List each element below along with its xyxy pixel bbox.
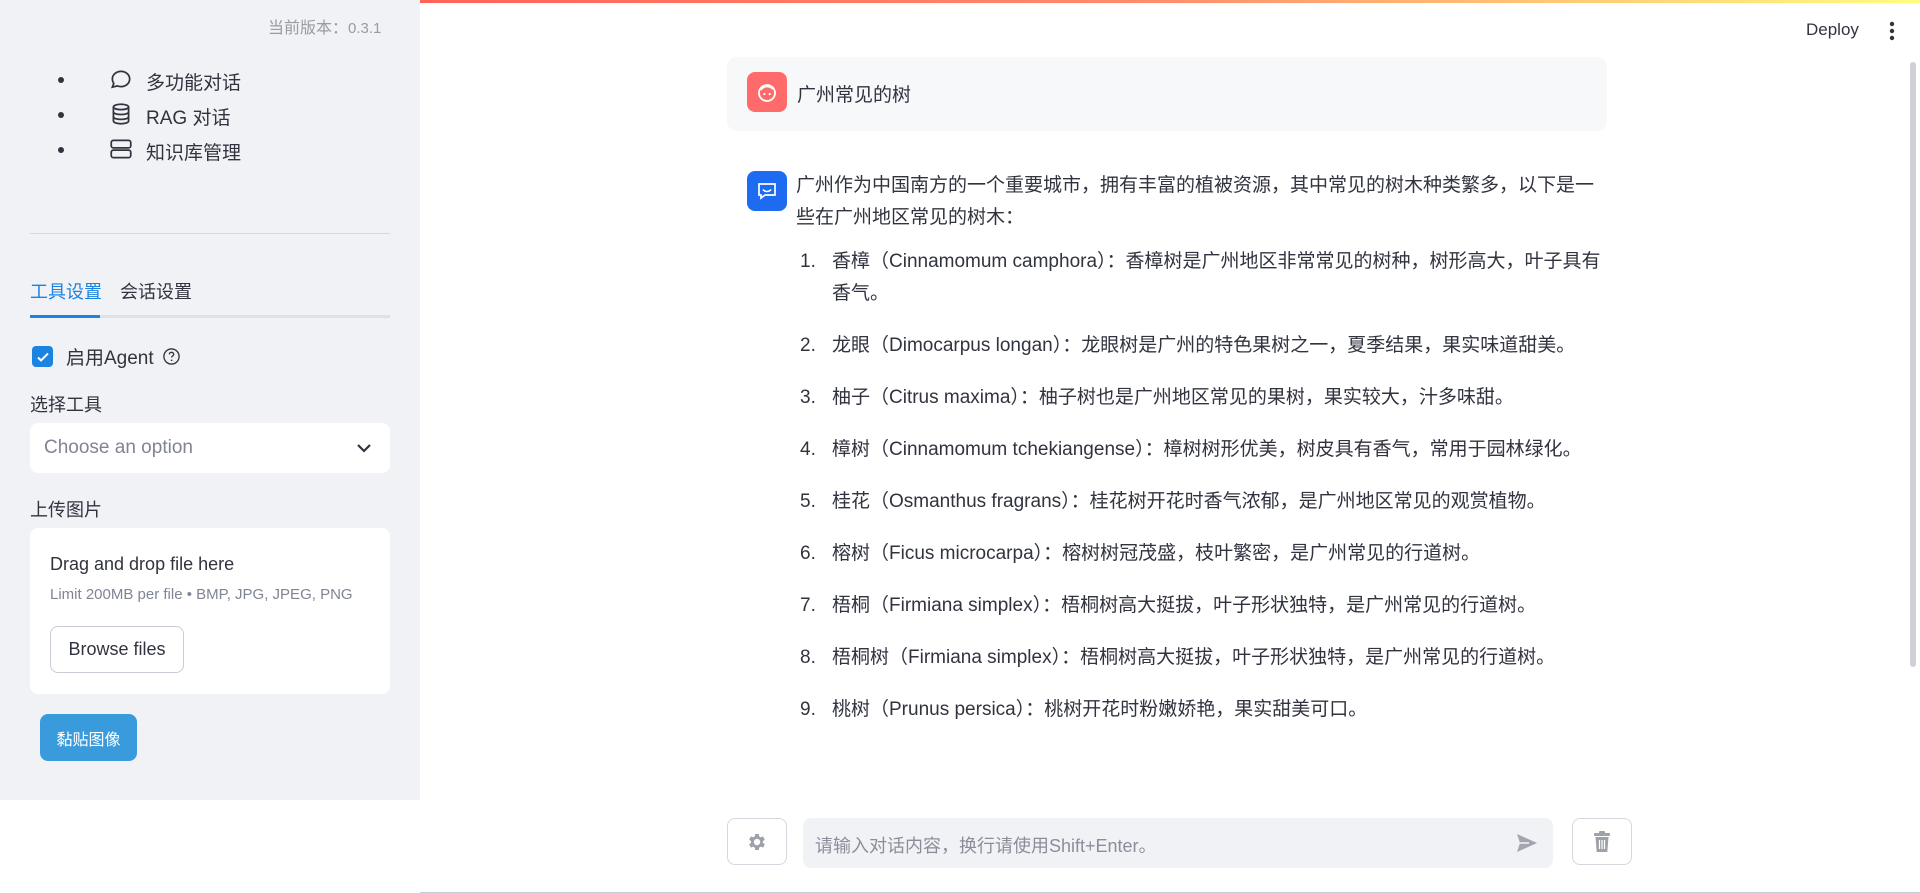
- list-item-text: 榕树（Ficus microcarpa）：榕树树冠茂盛，枝叶繁密，是广州常见的行…: [832, 543, 1481, 564]
- database-icon: [112, 103, 130, 125]
- file-uploader-dropzone[interactable]: Drag and drop file here Limit 200MB per …: [30, 528, 390, 694]
- list-number: 2.: [800, 335, 816, 356]
- tab-tool-settings[interactable]: 工具设置: [30, 278, 102, 304]
- version-number: 0.3.1: [348, 20, 382, 37]
- list-number: 9.: [800, 699, 816, 720]
- list-item-text: 梧桐树（Firmiana simplex）：梧桐树高大挺拔，叶子形状独特，是广州…: [832, 647, 1556, 668]
- list-item: 4. 樟树（Cinnamomum tchekiangense）：樟树树形优美，树皮…: [796, 434, 1606, 466]
- dropzone-limit: Limit 200MB per file • BMP, JPG, JPEG, P…: [50, 586, 353, 603]
- clear-history-button[interactable]: [1572, 818, 1632, 865]
- list-item-text: 香樟（Cinnamomum camphora）：香樟树是广州地区非常常见的树种，…: [832, 251, 1601, 304]
- sidebar-item-label: RAG 对话: [146, 108, 231, 129]
- check-icon: [36, 352, 49, 362]
- user-avatar: [747, 72, 787, 112]
- help-icon[interactable]: [162, 347, 181, 366]
- sidebar-nav: 多功能对话 RAG 对话 知识库管理: [0, 62, 420, 167]
- sidebar-divider: [30, 233, 390, 234]
- enable-agent-checkbox[interactable]: 启用Agent: [32, 343, 181, 370]
- more-menu-icon[interactable]: [1888, 20, 1896, 42]
- list-item: 9. 桃树（Prunus persica）：桃树开花时粉嫩娇艳，果实甜美可口。: [796, 694, 1606, 726]
- list-item-text: 桃树（Prunus persica）：桃树开花时粉嫩娇艳，果实甜美可口。: [832, 699, 1368, 720]
- user-message-text: 广州常见的树: [797, 85, 912, 106]
- assistant-message: 广州作为中国南方的一个重要城市，拥有丰富的植被资源，其中常见的树木种类繁多，以下…: [796, 170, 1606, 746]
- assistant-tree-list: 1. 香樟（Cinnamomum camphora）：香樟树是广州地区非常常见的树…: [796, 246, 1606, 726]
- assistant-chat-icon: [758, 183, 776, 200]
- assistant-intro: 广州作为中国南方的一个重要城市，拥有丰富的植被资源，其中常见的树木种类繁多，以下…: [796, 175, 1595, 228]
- upload-image-label: 上传图片: [30, 500, 102, 520]
- chevron-down-icon: [357, 444, 371, 453]
- list-item-text: 樟树（Cinnamomum tchekiangense）：樟树树形优美，树皮具有…: [832, 439, 1582, 460]
- sidebar-item-multi-chat[interactable]: 多功能对话: [0, 62, 420, 97]
- sidebar-item-label: 知识库管理: [146, 143, 242, 164]
- list-item: 3. 柚子（Citrus maxima）：柚子树也是广州地区常见的果树，果实较大，…: [796, 382, 1606, 414]
- tab-session-settings[interactable]: 会话设置: [120, 278, 192, 304]
- send-icon[interactable]: [1515, 832, 1539, 854]
- list-bullet: [58, 147, 64, 153]
- user-message: 广州常见的树: [727, 57, 1607, 131]
- list-item-text: 柚子（Citrus maxima）：柚子树也是广州地区常见的果树，果实较大，汁多…: [832, 387, 1514, 408]
- version-info: 当前版本：0.3.1: [268, 14, 381, 38]
- tool-select-label: 选择工具: [30, 395, 102, 415]
- list-number: 7.: [800, 595, 816, 616]
- list-number: 1.: [800, 251, 816, 272]
- chat-input-placeholder: 请输入对话内容，换行请使用Shift+Enter。: [815, 836, 1157, 856]
- list-item: 6. 榕树（Ficus microcarpa）：榕树树冠茂盛，枝叶繁密，是广州常见…: [796, 538, 1606, 570]
- list-number: 3.: [800, 387, 816, 408]
- deploy-button[interactable]: Deploy: [1806, 20, 1859, 40]
- server-icon: [110, 139, 132, 159]
- trash-icon: [1594, 830, 1610, 852]
- sidebar: 当前版本：0.3.1 多功能对话 RAG 对话 知识库管理 工具设置 会话设置 …: [0, 0, 420, 893]
- list-item: 8. 梧桐树（Firmiana simplex）：梧桐树高大挺拔，叶子形状独特，是…: [796, 642, 1606, 674]
- list-item: 5. 桂花（Osmanthus fragrans）：桂花树开花时香气浓郁，是广州地…: [796, 486, 1606, 518]
- paste-image-button[interactable]: 黏贴图像: [40, 714, 137, 761]
- sidebar-item-label: 多功能对话: [146, 73, 242, 94]
- chat-settings-button[interactable]: [727, 818, 787, 865]
- dropzone-title: Drag and drop file here: [50, 554, 235, 574]
- tool-select-placeholder: Choose an option: [44, 437, 193, 458]
- version-label: 当前版本：: [268, 20, 349, 37]
- list-number: 6.: [800, 543, 816, 564]
- list-bullet: [58, 77, 64, 83]
- enable-agent-label: 启用Agent: [66, 348, 154, 369]
- list-item: 2. 龙眼（Dimocarpus longan）：龙眼树是广州的特色果树之一，夏季…: [796, 330, 1606, 362]
- list-number: 5.: [800, 491, 816, 512]
- checkbox-checked[interactable]: [32, 346, 53, 367]
- list-bullet: [58, 112, 64, 118]
- list-item: 7. 梧桐（Firmiana simplex）：梧桐树高大挺拔，叶子形状独特，是广…: [796, 590, 1606, 622]
- chat-bubble-icon: [110, 70, 131, 89]
- scrollbar[interactable]: [1910, 62, 1916, 667]
- chat-input-field[interactable]: 请输入对话内容，换行请使用Shift+Enter。: [803, 818, 1553, 868]
- list-number: 4.: [800, 439, 816, 460]
- list-number: 8.: [800, 647, 816, 668]
- tool-select[interactable]: Choose an option: [30, 423, 390, 473]
- tab-active-indicator: [30, 315, 100, 318]
- list-item: 1. 香樟（Cinnamomum camphora）：香樟树是广州地区非常常见的树…: [796, 246, 1606, 310]
- gear-icon: [749, 833, 765, 850]
- sidebar-item-kb-manage[interactable]: 知识库管理: [0, 132, 420, 167]
- list-item-text: 桂花（Osmanthus fragrans）：桂花树开花时香气浓郁，是广州地区常…: [832, 491, 1546, 512]
- browse-files-button[interactable]: Browse files: [50, 626, 184, 673]
- settings-tabs: 工具设置 会话设置: [30, 274, 390, 318]
- list-item-text: 梧桐（Firmiana simplex）：梧桐树高大挺拔，叶子形状独特，是广州常…: [832, 595, 1537, 616]
- user-face-icon: [758, 84, 776, 102]
- list-item-text: 龙眼（Dimocarpus longan）：龙眼树是广州的特色果树之一，夏季结果…: [832, 335, 1576, 356]
- sidebar-item-rag-chat[interactable]: RAG 对话: [0, 97, 420, 132]
- assistant-avatar: [747, 171, 787, 211]
